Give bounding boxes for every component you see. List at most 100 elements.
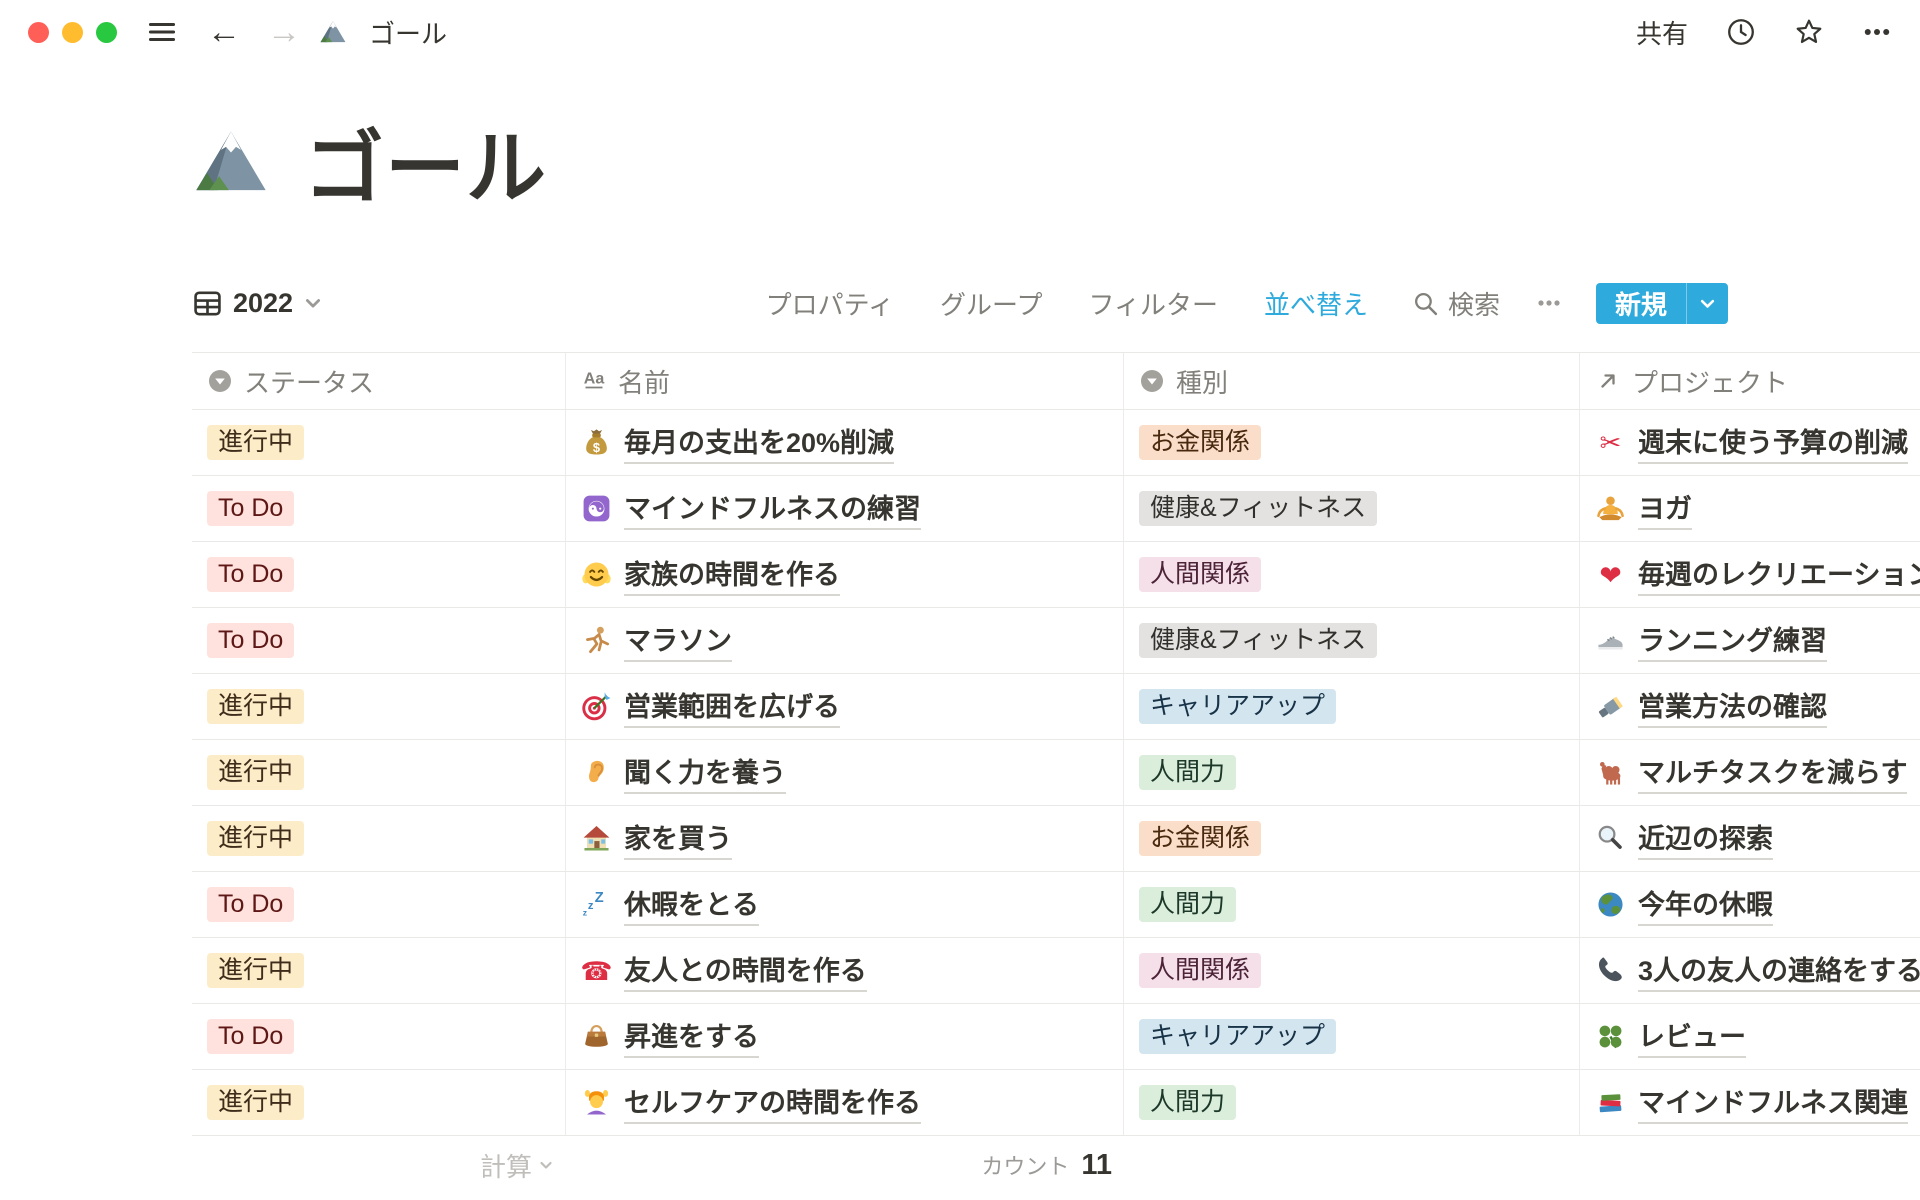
- page-link[interactable]: 聞く力を養う: [624, 751, 786, 794]
- sort-menu-item[interactable]: 並べ替え: [1264, 285, 1368, 322]
- page-link[interactable]: マラソン: [624, 619, 732, 662]
- back-arrow-icon[interactable]: ←: [207, 17, 241, 47]
- toolbar-more-icon[interactable]: [1536, 290, 1562, 316]
- cell-name[interactable]: セルフケアの時間を作る: [566, 1070, 1124, 1135]
- cell-status[interactable]: 進行中: [192, 1070, 566, 1135]
- sidebar-menu-icon[interactable]: [147, 17, 177, 47]
- cell-project[interactable]: ❤毎週のレクリエーション: [1580, 542, 1920, 607]
- relation-link[interactable]: 週末に使う予算の削減: [1638, 421, 1908, 464]
- cell-type[interactable]: 人間関係: [1124, 542, 1580, 607]
- cell-name[interactable]: 家を買う: [566, 806, 1124, 871]
- mountain-icon[interactable]: [192, 123, 270, 201]
- cell-status[interactable]: 進行中: [192, 938, 566, 1003]
- relation-link[interactable]: 営業方法の確認: [1638, 685, 1827, 728]
- page-link[interactable]: 家族の時間を作る: [624, 553, 840, 596]
- column-header-status[interactable]: ステータス: [192, 353, 566, 409]
- cell-name[interactable]: マラソン: [566, 608, 1124, 673]
- relation-link[interactable]: マルチタスクを減らす: [1638, 751, 1907, 794]
- page-title[interactable]: ゴール: [304, 104, 547, 220]
- cell-project[interactable]: 今年の休暇: [1580, 872, 1920, 937]
- cell-project[interactable]: 営業方法の確認: [1580, 674, 1920, 739]
- favorite-star-icon[interactable]: [1794, 17, 1824, 47]
- cell-name[interactable]: Zzz休暇をとる: [566, 872, 1124, 937]
- cell-project[interactable]: レビュー: [1580, 1004, 1920, 1069]
- filter-menu-item[interactable]: フィルター: [1088, 285, 1217, 322]
- cell-name[interactable]: 営業範囲を広げる: [566, 674, 1124, 739]
- page-link[interactable]: セルフケアの時間を作る: [624, 1081, 921, 1124]
- page-link[interactable]: 毎月の支出を20%削減: [624, 421, 894, 464]
- cell-status[interactable]: 進行中: [192, 806, 566, 871]
- cell-project[interactable]: 3人の友人の連絡をする: [1580, 938, 1920, 1003]
- properties-menu-item[interactable]: プロパティ: [766, 285, 894, 322]
- new-button[interactable]: 新規: [1596, 283, 1728, 324]
- cell-type[interactable]: 人間力: [1124, 740, 1580, 805]
- footer-count[interactable]: カウント 11: [566, 1136, 1124, 1194]
- close-button[interactable]: [28, 22, 49, 43]
- page-link[interactable]: 休暇をとる: [624, 883, 759, 926]
- cell-status[interactable]: 進行中: [192, 674, 566, 739]
- cell-project[interactable]: マインドフルネス関連: [1580, 1070, 1920, 1135]
- relation-link[interactable]: 近辺の探索: [1638, 817, 1773, 860]
- relation-link[interactable]: レビュー: [1638, 1015, 1746, 1058]
- relation-link[interactable]: 3人の友人の連絡をする: [1638, 949, 1920, 992]
- search-control[interactable]: 検索: [1412, 285, 1500, 322]
- svg-text:☎: ☎: [581, 958, 612, 986]
- cell-status[interactable]: To Do: [192, 476, 566, 541]
- cell-type[interactable]: 健康&フィットネス: [1124, 476, 1580, 541]
- share-button[interactable]: 共有: [1636, 14, 1688, 51]
- cell-status[interactable]: 進行中: [192, 740, 566, 805]
- cell-type[interactable]: 健康&フィットネス: [1124, 608, 1580, 673]
- new-button-label[interactable]: 新規: [1596, 283, 1686, 324]
- cell-project[interactable]: マルチタスクを減らす: [1580, 740, 1920, 805]
- page-link[interactable]: マインドフルネスの練習: [624, 487, 921, 530]
- cell-project[interactable]: ランニング練習: [1580, 608, 1920, 673]
- new-button-dropdown[interactable]: [1687, 283, 1728, 324]
- cell-name[interactable]: ☎ 友人との時間を作る: [566, 938, 1124, 1003]
- view-switcher[interactable]: 2022: [192, 288, 323, 319]
- cell-type[interactable]: キャリアアップ: [1124, 674, 1580, 739]
- cell-type[interactable]: 人間関係: [1124, 938, 1580, 1003]
- cell-name[interactable]: ☯マインドフルネスの練習: [566, 476, 1124, 541]
- page-link[interactable]: 家を買う: [624, 817, 732, 860]
- table-header-row: ステータス Aa 名前 種別 プロジェクト: [192, 352, 1920, 410]
- type-badge: 人間関係: [1139, 557, 1261, 592]
- column-header-project[interactable]: プロジェクト: [1580, 353, 1920, 409]
- minimize-button[interactable]: [62, 22, 83, 43]
- forward-arrow-icon[interactable]: →: [267, 17, 301, 47]
- cell-type[interactable]: 人間力: [1124, 1070, 1580, 1135]
- page-link[interactable]: 営業範囲を広げる: [624, 685, 840, 728]
- cell-type[interactable]: お金関係: [1124, 410, 1580, 475]
- cell-name[interactable]: $毎月の支出を20%削減: [566, 410, 1124, 475]
- page-link[interactable]: 昇進をする: [624, 1015, 759, 1058]
- cell-name[interactable]: 家族の時間を作る: [566, 542, 1124, 607]
- relation-link[interactable]: ランニング練習: [1638, 619, 1827, 662]
- column-header-type[interactable]: 種別: [1124, 353, 1580, 409]
- cell-status[interactable]: To Do: [192, 608, 566, 673]
- cell-status[interactable]: To Do: [192, 872, 566, 937]
- cell-type[interactable]: キャリアアップ: [1124, 1004, 1580, 1069]
- relation-link[interactable]: ヨガ: [1638, 487, 1692, 530]
- cell-name[interactable]: 聞く力を養う: [566, 740, 1124, 805]
- footer-calc[interactable]: 計算: [192, 1136, 566, 1194]
- zoom-button[interactable]: [96, 22, 117, 43]
- breadcrumb[interactable]: ゴール: [319, 14, 447, 51]
- updates-clock-icon[interactable]: [1726, 17, 1756, 47]
- page-link[interactable]: 友人との時間を作る: [624, 949, 867, 992]
- cell-project[interactable]: 近辺の探索: [1580, 806, 1920, 871]
- relation-link[interactable]: マインドフルネス関連: [1638, 1081, 1908, 1124]
- cell-status[interactable]: To Do: [192, 542, 566, 607]
- count-value: 11: [1081, 1149, 1112, 1182]
- more-options-icon[interactable]: [1862, 17, 1892, 47]
- relation-link[interactable]: 今年の休暇: [1638, 883, 1773, 926]
- cell-type[interactable]: 人間力: [1124, 872, 1580, 937]
- cell-status[interactable]: 進行中: [192, 410, 566, 475]
- cell-project[interactable]: ✂週末に使う予算の削減: [1580, 410, 1920, 475]
- cell-status[interactable]: To Do: [192, 1004, 566, 1069]
- cell-project[interactable]: ヨガ: [1580, 476, 1920, 541]
- cell-type[interactable]: お金関係: [1124, 806, 1580, 871]
- group-menu-item[interactable]: グループ: [940, 285, 1042, 322]
- column-header-name[interactable]: Aa 名前: [566, 353, 1124, 409]
- status-badge: 進行中: [207, 953, 304, 988]
- cell-name[interactable]: 昇進をする: [566, 1004, 1124, 1069]
- relation-link[interactable]: 毎週のレクリエーション: [1638, 553, 1920, 596]
